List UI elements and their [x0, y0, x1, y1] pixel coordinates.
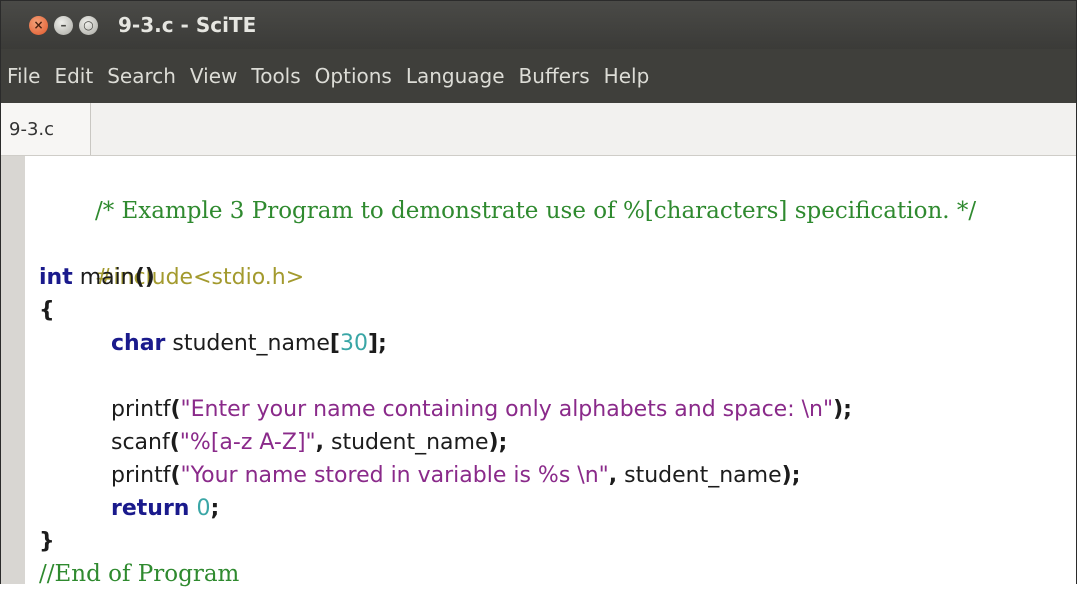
scanf-fn: scanf [111, 430, 170, 455]
editor-margin [1, 156, 25, 584]
maximize-icon[interactable]: ○ [79, 15, 98, 35]
main-name: main [72, 265, 135, 290]
printf1-close: ); [833, 397, 852, 422]
code-line: //End of Program [39, 558, 1076, 591]
printf1-string: "Enter your name containing only alphabe… [180, 397, 834, 422]
code-line: #include<stdio.h> [39, 228, 1076, 290]
menu-file[interactable]: File [1, 64, 48, 88]
return-value: 0 [189, 496, 211, 521]
printf1-fn: printf [111, 397, 171, 422]
printf2-arg: student_name [617, 463, 782, 488]
decl-name: student_name [165, 331, 330, 356]
open-brace: { [39, 298, 55, 323]
printf2-comma: , [608, 463, 618, 488]
printf1-open: ( [170, 397, 181, 422]
keyword-return: return [111, 496, 190, 521]
menu-edit[interactable]: Edit [48, 64, 101, 88]
decl-bracket-open: [ [329, 331, 340, 356]
tab-bar: 9-3.c [1, 103, 1076, 156]
menu-buffers[interactable]: Buffers [513, 64, 598, 88]
scanf-close: ); [488, 430, 508, 455]
menu-options[interactable]: Options [309, 64, 400, 88]
scanf-arg: student_name [324, 430, 489, 455]
printf2-close: ); [781, 463, 801, 488]
window-title: 9-3.c - SciTE [118, 13, 257, 37]
minimize-icon[interactable]: – [54, 15, 73, 35]
close-brace: } [39, 529, 55, 554]
comment-header: /* Example 3 Program to demonstrate use … [94, 198, 977, 224]
code-line: scanf("%[a-z A-Z]", student_name); [39, 426, 1076, 459]
printf2-open: ( [170, 463, 181, 488]
code-line: printf("Your name stored in variable is … [39, 459, 1076, 492]
menu-search[interactable]: Search [101, 64, 184, 88]
menu-view[interactable]: View [184, 64, 245, 88]
code-line: } [39, 525, 1076, 558]
menu-help[interactable]: Help [598, 64, 658, 88]
return-semicolon: ; [210, 496, 220, 521]
tab-file[interactable]: 9-3.c [1, 103, 91, 155]
scite-window: × – ○ 9-3.c - SciTE File Edit Search Vie… [0, 0, 1077, 587]
title-bar: × – ○ 9-3.c - SciTE [1, 1, 1076, 49]
printf2-fn: printf [111, 463, 171, 488]
decl-bracket-close: ]; [367, 331, 387, 356]
code-line: { [39, 294, 1076, 327]
menu-tools[interactable]: Tools [245, 64, 308, 88]
comment-footer: //End of Program [39, 561, 240, 587]
scanf-string: "%[a-z A-Z]" [179, 430, 316, 455]
menu-language[interactable]: Language [400, 64, 513, 88]
code-line: /* Example 3 Program to demonstrate use … [39, 162, 1076, 224]
keyword-char: char [111, 331, 166, 356]
scanf-comma: , [315, 430, 325, 455]
menu-bar: File Edit Search View Tools Options Lang… [1, 49, 1076, 103]
scanf-open: ( [169, 430, 180, 455]
close-icon[interactable]: × [29, 15, 48, 35]
code-line: return 0; [39, 492, 1076, 525]
code-line: char student_name[30]; [39, 327, 1076, 360]
decl-size: 30 [339, 331, 368, 356]
main-parens: () [134, 265, 155, 290]
keyword-int: int [39, 265, 73, 290]
printf2-string: "Your name stored in variable is %s \n" [180, 463, 609, 488]
code-line: printf("Enter your name containing only … [39, 393, 1076, 426]
code-area[interactable]: /* Example 3 Program to demonstrate use … [39, 162, 1076, 591]
code-editor[interactable]: /* Example 3 Program to demonstrate use … [1, 156, 1076, 587]
